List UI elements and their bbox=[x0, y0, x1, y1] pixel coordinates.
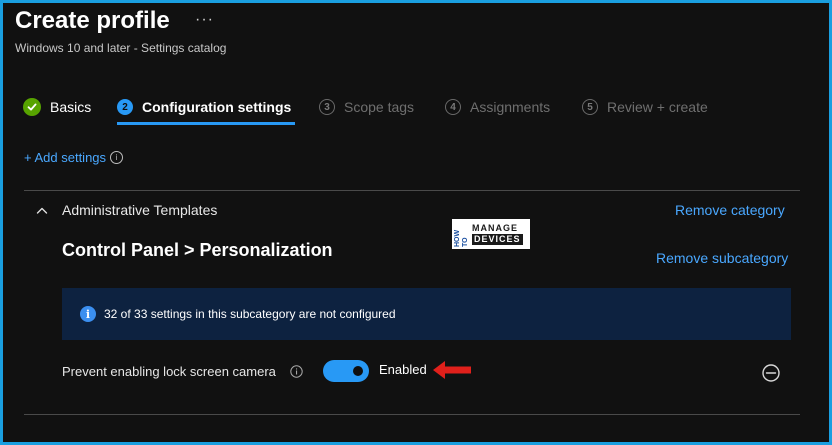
left-arrow-icon bbox=[433, 361, 471, 379]
step-number: 4 bbox=[445, 99, 461, 115]
page-subtitle: Windows 10 and later - Settings catalog bbox=[15, 41, 227, 55]
step-assignments[interactable]: 4 Assignments bbox=[445, 95, 550, 119]
not-configured-banner: i 32 of 33 settings in this subcategory … bbox=[62, 288, 791, 340]
step-review-create[interactable]: 5 Review + create bbox=[582, 95, 708, 119]
add-settings-label: + Add settings bbox=[24, 150, 107, 165]
remove-category-link[interactable]: Remove category bbox=[675, 202, 785, 218]
category-label: Administrative Templates bbox=[62, 202, 218, 218]
logo-devices: DEVICES bbox=[472, 234, 523, 245]
step-number: 2 bbox=[117, 99, 133, 115]
more-options-button[interactable]: ··· bbox=[195, 11, 214, 29]
step-label: Basics bbox=[50, 99, 92, 115]
step-label: Scope tags bbox=[344, 99, 415, 115]
step-number: 5 bbox=[582, 99, 598, 115]
banner-text: 32 of 33 settings in this subcategory ar… bbox=[104, 307, 396, 321]
step-configuration-settings[interactable]: 2 Configuration settings bbox=[117, 95, 291, 119]
step-label: Assignments bbox=[470, 99, 551, 115]
toggle-knob bbox=[353, 366, 363, 376]
step-label: Configuration settings bbox=[142, 99, 292, 115]
logo-how-to: HOW TO bbox=[454, 229, 469, 247]
step-number: 3 bbox=[319, 99, 335, 115]
remove-subcategory-link[interactable]: Remove subcategory bbox=[656, 250, 788, 266]
step-label: Review + create bbox=[607, 99, 708, 115]
enable-toggle[interactable] bbox=[323, 360, 369, 382]
logo-manage: MANAGE bbox=[472, 223, 518, 233]
minus-circle-icon[interactable] bbox=[761, 363, 781, 383]
setting-label: Prevent enabling lock screen camera bbox=[62, 364, 276, 379]
divider bbox=[24, 190, 800, 191]
subcategory-title: Control Panel > Personalization bbox=[62, 240, 333, 260]
add-settings-link[interactable]: + Add settings i bbox=[24, 150, 124, 165]
how-to-manage-devices-logo: HOW TO MANAGE DEVICES bbox=[452, 219, 530, 249]
check-icon bbox=[23, 98, 41, 116]
info-icon[interactable]: i bbox=[110, 151, 124, 164]
app-frame: Create profile ··· Windows 10 and later … bbox=[0, 0, 832, 445]
toggle-state-label: Enabled bbox=[379, 362, 427, 377]
page-title: Create profile bbox=[15, 7, 170, 34]
divider bbox=[24, 414, 800, 415]
active-step-underline bbox=[117, 122, 295, 125]
chevron-up-icon[interactable] bbox=[36, 205, 48, 217]
step-basics[interactable]: Basics bbox=[23, 95, 91, 119]
info-icon: i bbox=[80, 306, 96, 322]
step-scope-tags[interactable]: 3 Scope tags bbox=[319, 95, 414, 119]
info-icon[interactable] bbox=[290, 365, 303, 378]
